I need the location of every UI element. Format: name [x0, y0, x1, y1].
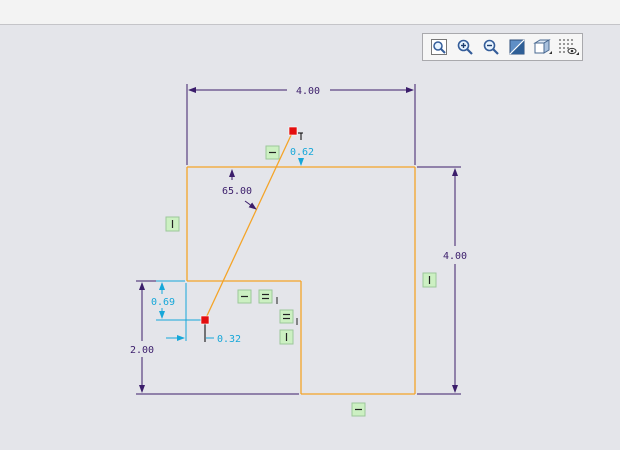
dimension-offset-bottom[interactable]	[204, 324, 214, 342]
constraint-horizontal-bottom[interactable]	[351, 402, 366, 417]
endpoint-bottom[interactable]	[200, 315, 210, 325]
dimension-left-height-label[interactable]: 2.00	[130, 345, 154, 356]
constraint-equal-inner[interactable]	[279, 309, 298, 325]
constraint-vertical-inner[interactable]	[279, 329, 294, 345]
sketch-profile[interactable]	[186, 130, 416, 395]
dimension-right-height-label[interactable]: 4.00	[443, 251, 467, 262]
endpoint-top[interactable]	[288, 126, 298, 136]
dimension-angle-label[interactable]: 65.00	[222, 186, 252, 197]
dimension-offset-bottom-label[interactable]: 0.32	[217, 334, 241, 345]
constraint-vertical-right[interactable]	[422, 272, 437, 288]
constraint-horizontal-top[interactable]	[265, 145, 280, 160]
dimension-offset-left-vertical-label[interactable]: 0.69	[151, 297, 175, 308]
dimension-offset-top-label[interactable]: 0.62	[290, 147, 314, 158]
sketch-canvas[interactable]: 4.00 4.00 2.00 65.00 0.62 0.69 0.32	[0, 0, 620, 450]
constraint-vertical-left[interactable]	[165, 216, 180, 232]
constraint-horizontal-step[interactable]	[237, 289, 252, 304]
constraint-equal-step[interactable]	[258, 289, 278, 304]
dimension-offset-left-vertical[interactable]	[156, 280, 203, 341]
dimension-top-width-label[interactable]: 4.00	[296, 86, 320, 97]
